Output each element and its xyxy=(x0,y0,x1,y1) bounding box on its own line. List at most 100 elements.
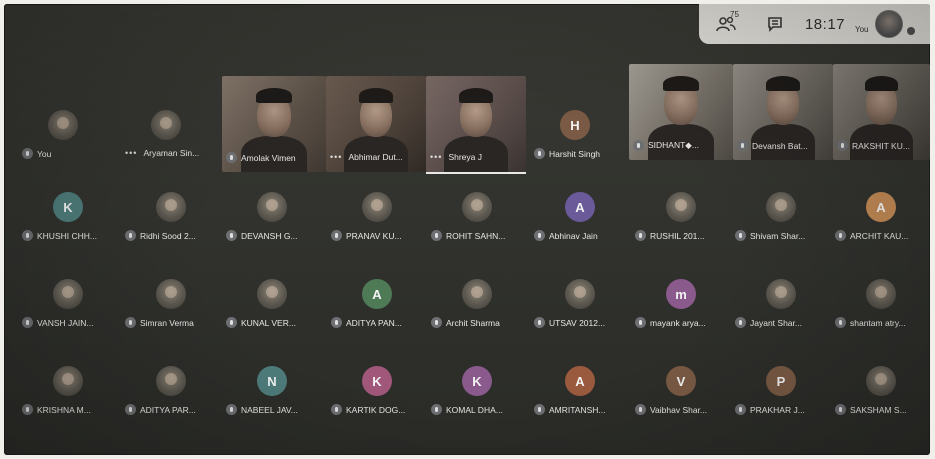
participant-name: Amolak Vimen xyxy=(241,152,296,163)
participant-tile[interactable]: Devansh Bat... xyxy=(733,64,833,160)
participant-tile[interactable]: Shivam Shar... xyxy=(731,172,831,254)
participant-name-row: Vaibhav Shar... xyxy=(635,404,707,415)
more-options-icon[interactable]: ••• xyxy=(430,152,442,162)
mic-muted-icon xyxy=(735,404,746,415)
participant-tile[interactable]: shantam atry... xyxy=(831,259,930,341)
mic-muted-icon xyxy=(735,317,746,328)
participant-avatar xyxy=(866,279,896,309)
more-options-icon[interactable]: ••• xyxy=(330,152,342,162)
participant-name-row: Ridhi Sood 2... xyxy=(125,230,196,241)
participant-avatar xyxy=(151,110,181,140)
participant-name: Ridhi Sood 2... xyxy=(140,230,196,241)
participant-video-hair xyxy=(359,87,393,103)
self-avatar[interactable] xyxy=(874,10,903,38)
participant-tile[interactable]: P PRAKHAR J... xyxy=(731,346,831,428)
participant-tile[interactable]: K KHUSHI CHH... xyxy=(18,172,118,254)
participant-tile[interactable]: Simran Verma xyxy=(121,259,221,341)
participant-avatar xyxy=(866,366,896,396)
chat-button[interactable] xyxy=(753,4,797,44)
chat-icon xyxy=(768,17,782,32)
participant-tile[interactable]: VANSH JAIN... xyxy=(18,259,118,341)
participant-tile[interactable]: Amolak Vimen xyxy=(222,76,326,172)
participant-avatar xyxy=(666,192,696,222)
mic-muted-icon xyxy=(331,404,342,415)
participant-tile[interactable]: m mayank arya... xyxy=(631,259,731,341)
participant-tile[interactable]: V Vaibhav Shar... xyxy=(631,346,731,428)
participant-name: Abhimar Dut... xyxy=(348,152,403,162)
participant-tile[interactable]: You xyxy=(18,62,118,162)
people-button[interactable]: 75 xyxy=(699,4,753,44)
participant-tile[interactable]: A ARCHIT KAU... xyxy=(831,172,930,254)
participant-initial: A xyxy=(876,199,886,215)
participant-tile[interactable]: RUSHIL 201... xyxy=(631,172,731,254)
participant-name: VANSH JAIN... xyxy=(37,317,94,328)
participant-initial: V xyxy=(676,373,686,389)
participant-tile[interactable]: N NABEEL JAV... xyxy=(222,346,322,428)
mic-muted-icon xyxy=(835,404,846,415)
participant-initial: m xyxy=(675,286,687,302)
participant-name-row: DEVANSH G... xyxy=(226,230,298,241)
participant-tile[interactable]: A ADITYA PAN... xyxy=(327,259,427,341)
participant-tile[interactable]: Jayant Shar... xyxy=(731,259,831,341)
participant-tile[interactable]: SAKSHAM S... xyxy=(831,346,930,428)
mic-muted-icon xyxy=(735,230,746,241)
participant-tile[interactable]: K KARTIK DOG... xyxy=(327,346,427,428)
participant-tile[interactable]: Ridhi Sood 2... xyxy=(121,172,221,254)
participant-initial: A xyxy=(575,373,585,389)
participant-tile[interactable]: ••• Abhimar Dut... xyxy=(326,76,426,172)
participant-tile[interactable]: KUNAL VER... xyxy=(222,259,322,341)
participant-name: PRANAV KU... xyxy=(346,230,402,241)
participant-name-row: VANSH JAIN... xyxy=(22,317,94,328)
participant-name: RUSHIL 201... xyxy=(650,230,705,241)
participant-tile[interactable]: ••• Shreya J xyxy=(426,76,526,172)
participant-avatar xyxy=(565,279,595,309)
participant-avatar: H xyxy=(560,110,590,140)
participant-name-row: KUNAL VER... xyxy=(226,317,296,328)
participant-tile[interactable]: ADITYA PAR... xyxy=(121,346,221,428)
participant-tile[interactable]: UTSAV 2012... xyxy=(530,259,630,341)
participant-avatar: N xyxy=(257,366,287,396)
participant-tile[interactable]: A AMRITANSH... xyxy=(530,346,630,428)
self-label: You xyxy=(855,24,869,34)
participant-name: ARCHIT KAU... xyxy=(850,230,909,241)
mic-muted-icon xyxy=(534,317,545,328)
mic-muted-icon xyxy=(125,404,136,415)
participant-avatar: A xyxy=(362,279,392,309)
participant-name: ROHIT SAHN... xyxy=(446,230,506,241)
participant-tile[interactable]: K KOMAL DHA... xyxy=(427,346,527,428)
participant-tile[interactable]: ROHIT SAHN... xyxy=(427,172,527,254)
participant-avatar: m xyxy=(666,279,696,309)
participant-name: ADITYA PAN... xyxy=(346,317,402,328)
participant-tile[interactable]: KRISHNA M... xyxy=(18,346,118,428)
mic-muted-icon xyxy=(22,148,33,159)
participant-tile[interactable]: SIDHANT◆... xyxy=(629,64,733,160)
participant-avatar xyxy=(156,192,186,222)
participant-name-row: ADITYA PAR... xyxy=(125,404,196,415)
participant-tile[interactable]: PRANAV KU... xyxy=(327,172,427,254)
participant-name-row: KHUSHI CHH... xyxy=(22,230,97,241)
participant-tile[interactable]: Archit Sharma xyxy=(427,259,527,341)
participant-video-hair xyxy=(256,87,292,103)
participant-name: AMRITANSH... xyxy=(549,404,606,415)
more-options-icon[interactable]: ••• xyxy=(125,148,137,158)
participant-name: NABEEL JAV... xyxy=(241,404,298,415)
participant-tile[interactable]: A Abhinav Jain xyxy=(530,172,630,254)
participant-name: Shivam Shar... xyxy=(750,230,806,241)
participant-name-row: KRISHNA M... xyxy=(22,404,91,415)
participant-tile[interactable]: DEVANSH G... xyxy=(222,172,322,254)
participant-name: Devansh Bat... xyxy=(752,140,808,151)
participant-name: ADITYA PAR... xyxy=(140,404,196,415)
participant-name: KHUSHI CHH... xyxy=(37,230,97,241)
account-status-dot xyxy=(906,27,915,35)
participant-initial: A xyxy=(372,286,382,302)
participant-name: Aryaman Sin... xyxy=(143,148,200,158)
participant-name: You xyxy=(37,148,52,159)
participant-tile[interactable]: ••• Aryaman Sin... xyxy=(121,62,221,162)
mic-muted-icon xyxy=(125,317,136,328)
participant-initial: A xyxy=(575,199,585,215)
participant-tile[interactable]: RAKSHIT KU... xyxy=(833,64,930,160)
participant-tile[interactable]: H Harshit Singh xyxy=(530,62,630,162)
participant-name-row: shantam atry... xyxy=(835,317,906,328)
participant-name-row: SAKSHAM S... xyxy=(835,404,907,415)
participant-avatar: A xyxy=(866,192,896,222)
